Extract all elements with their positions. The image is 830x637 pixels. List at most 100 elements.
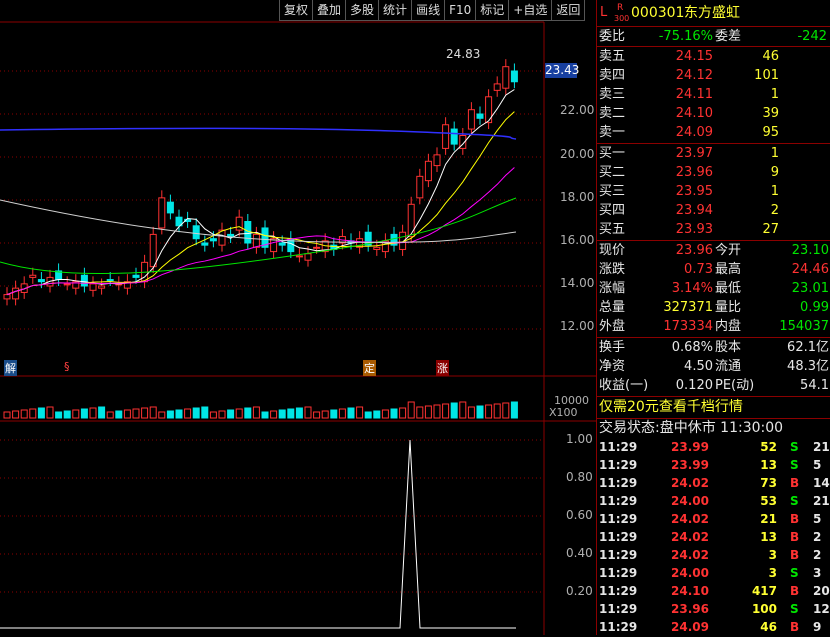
ask-price: 24.15 — [675, 49, 713, 64]
kline-chart[interactable] — [0, 0, 596, 635]
volume-bar — [338, 408, 346, 419]
bid-volume: 1 — [770, 146, 779, 161]
bid-volume: 9 — [770, 165, 779, 180]
price-tick: 12.00 — [560, 319, 595, 333]
ask-level-label: 卖一 — [599, 125, 626, 140]
tick-volume: 100 — [751, 602, 777, 616]
bid-price: 23.94 — [675, 203, 713, 218]
finance-value: 0.68% — [671, 340, 713, 355]
volume-bar — [424, 405, 432, 419]
volume-bar — [373, 410, 381, 419]
indicator-tick: 1.00 — [566, 432, 593, 446]
back-button[interactable]: 返回 — [551, 0, 586, 21]
tick-side: S — [790, 440, 799, 454]
ma250-line — [0, 127, 517, 140]
volume-bar — [278, 409, 286, 419]
tick-price: 23.96 — [671, 602, 709, 616]
candle-body — [98, 285, 106, 289]
candle-body — [12, 287, 20, 300]
volume-bar — [364, 411, 372, 419]
candle-body — [158, 197, 166, 229]
event-marker[interactable]: 涨 — [436, 360, 449, 376]
add-watchlist-button[interactable]: +自选 — [508, 0, 553, 21]
ask-level-row[interactable]: 卖二 24.10 39 — [597, 104, 830, 123]
tick-time: 11:29 — [599, 494, 638, 508]
bid-level-label: 买一 — [599, 146, 626, 161]
candle-body — [89, 283, 97, 291]
overlay-button[interactable]: 叠加 — [312, 0, 347, 21]
volume-bar — [313, 411, 321, 419]
tick-volume: 53 — [760, 494, 777, 508]
ask-level-row[interactable]: 卖三 24.11 1 — [597, 85, 830, 104]
tick-time: 11:29 — [599, 512, 638, 526]
ask-price: 24.09 — [675, 125, 713, 140]
bid-level-row[interactable]: 买二 23.96 9 — [597, 163, 830, 182]
bid-price: 23.93 — [675, 222, 713, 237]
bid-level-row[interactable]: 买三 23.95 1 — [597, 182, 830, 201]
finance-label: 股本 — [715, 340, 742, 355]
level-badge: L — [600, 5, 608, 20]
bid-price: 23.95 — [675, 184, 713, 199]
price-tick: 14.00 — [560, 276, 595, 290]
candle-body — [63, 283, 71, 286]
volume-bar — [192, 407, 200, 419]
volume-bar — [20, 409, 28, 419]
volume-bar — [72, 409, 80, 419]
volume-bar — [3, 411, 11, 419]
bid-level-row[interactable]: 买四 23.94 2 — [597, 201, 830, 220]
multi-stock-button[interactable]: 多股 — [345, 0, 380, 21]
bid-volume: 2 — [770, 203, 779, 218]
volume-bar — [459, 401, 467, 419]
candle-body — [29, 274, 37, 278]
ask-level-row[interactable]: 卖一 24.09 95 — [597, 123, 830, 142]
tick-count: 2 — [813, 530, 822, 544]
tick-side: B — [790, 476, 800, 490]
volume-bar — [381, 409, 389, 419]
mark-button[interactable]: 标记 — [475, 0, 510, 21]
volume-bar — [304, 406, 312, 419]
quote-label: 最低 — [715, 281, 742, 296]
bid-level-row[interactable]: 买一 23.97 1 — [597, 144, 830, 163]
volume-bar — [244, 407, 252, 419]
volume-bar — [98, 406, 106, 419]
quote-label: 现价 — [599, 243, 626, 258]
tick-price: 24.02 — [671, 512, 709, 526]
volume-bar — [510, 401, 518, 419]
candle-body — [201, 242, 209, 246]
bid-level-row[interactable]: 买五 23.93 27 — [597, 220, 830, 239]
quote-label: 总量 — [599, 300, 626, 315]
tick-price: 24.00 — [671, 494, 709, 508]
volume-bar — [29, 408, 37, 419]
quote-label: 外盘 — [599, 319, 626, 334]
kline-chart-area[interactable]: 22.00 20.00 18.00 16.00 14.00 12.00 23.4… — [0, 0, 596, 635]
volume-bar — [433, 404, 441, 419]
volume-bar — [467, 406, 475, 419]
weibi-value: -75.16% — [658, 29, 713, 44]
volume-bar — [356, 406, 364, 419]
level2-promo-link[interactable]: 仅需20元查看千档行情 — [599, 398, 830, 417]
draw-line-button[interactable]: 画线 — [411, 0, 446, 21]
volume-bar — [287, 408, 295, 419]
ask-level-row[interactable]: 卖五 24.15 46 — [597, 47, 830, 66]
fuquan-button[interactable]: 复权 — [279, 0, 314, 21]
candle-body — [313, 246, 321, 249]
event-marker[interactable]: 定 — [363, 360, 376, 376]
event-marker[interactable]: 解 — [4, 360, 17, 376]
tick-time: 11:29 — [599, 584, 638, 598]
tick-row: 11:29 23.99 52 S 21 — [597, 438, 830, 457]
volume-bar — [37, 407, 45, 419]
statistics-button[interactable]: 统计 — [378, 0, 413, 21]
event-marker[interactable]: § — [64, 360, 70, 373]
volume-bar — [149, 406, 157, 419]
volume-bar — [407, 401, 415, 419]
bid-price: 23.96 — [675, 165, 713, 180]
candle-body — [209, 238, 217, 242]
volume-bar — [450, 402, 458, 419]
f10-button[interactable]: F10 — [444, 0, 477, 21]
tick-count: 9 — [813, 620, 822, 634]
ask-volume: 46 — [762, 49, 779, 64]
ask-level-row[interactable]: 卖四 24.12 101 — [597, 66, 830, 85]
finance-label: 流通 — [715, 359, 742, 374]
ask-level-label: 卖三 — [599, 87, 626, 102]
candle-body — [373, 246, 381, 250]
